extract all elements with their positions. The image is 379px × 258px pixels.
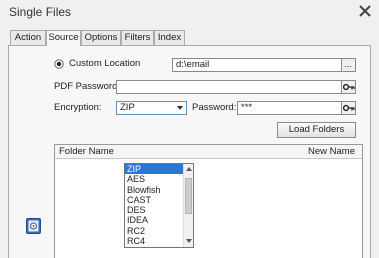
tab-index[interactable]: Index: [154, 30, 185, 45]
grid-header: Folder Name New Name: [55, 145, 362, 159]
dropdown-scrollbar[interactable]: [183, 164, 193, 247]
key-icon: [343, 83, 355, 91]
option-blowfish[interactable]: Blowfish: [125, 185, 184, 195]
option-idea[interactable]: IDEA: [125, 215, 184, 225]
chevron-down-icon: [177, 106, 183, 110]
tab-action[interactable]: Action: [10, 30, 46, 45]
encryption-label: Encryption:: [54, 102, 102, 113]
scrollbar-thumb[interactable]: [185, 178, 192, 214]
source-panel: Custom Location d:\email ... PDF Passwor…: [8, 45, 371, 258]
scroll-down-icon[interactable]: [186, 239, 192, 243]
column-new-name[interactable]: New Name: [308, 146, 355, 158]
window-title: Single Files: [9, 5, 72, 19]
encryption-dropdown-list[interactable]: ZIP AES Blowfish CAST DES IDEA RC2 RC4: [124, 163, 194, 248]
title-bar: Single Files: [0, 0, 379, 26]
tab-source[interactable]: Source: [46, 30, 81, 46]
option-aes[interactable]: AES: [125, 174, 184, 184]
tab-filters[interactable]: Filters: [121, 30, 154, 45]
pdf-password-key-button[interactable]: [341, 80, 356, 94]
encryption-options: ZIP AES Blowfish CAST DES IDEA RC2 RC4: [125, 164, 184, 246]
password-key-button[interactable]: [341, 101, 356, 115]
load-folders-button[interactable]: Load Folders: [277, 122, 356, 138]
custom-location-radio[interactable]: [54, 59, 64, 69]
key-icon: [343, 104, 355, 112]
close-icon[interactable]: [357, 3, 373, 19]
browse-button-label: ...: [344, 59, 352, 69]
pdf-password-input[interactable]: [116, 80, 342, 94]
pdf-password-label: PDF Password:: [54, 81, 120, 92]
column-folder-name[interactable]: Folder Name: [59, 146, 114, 158]
scroll-up-icon[interactable]: [186, 167, 192, 171]
folder-grid[interactable]: Folder Name New Name: [54, 144, 363, 258]
option-des[interactable]: DES: [125, 205, 184, 215]
encryption-value: ZIP: [120, 102, 135, 113]
location-input[interactable]: d:\email: [172, 58, 342, 72]
password-label: Password:: [192, 102, 237, 113]
disk-icon[interactable]: [26, 218, 41, 234]
browse-button[interactable]: ...: [341, 58, 356, 72]
custom-location-label: Custom Location: [69, 58, 141, 69]
option-rc4[interactable]: RC4: [125, 236, 184, 246]
tab-options[interactable]: Options: [81, 30, 121, 45]
encryption-select[interactable]: ZIP: [116, 101, 187, 115]
option-rc2[interactable]: RC2: [125, 226, 184, 236]
option-cast[interactable]: CAST: [125, 195, 184, 205]
password-input[interactable]: ***: [237, 101, 342, 115]
option-zip[interactable]: ZIP: [125, 164, 184, 175]
